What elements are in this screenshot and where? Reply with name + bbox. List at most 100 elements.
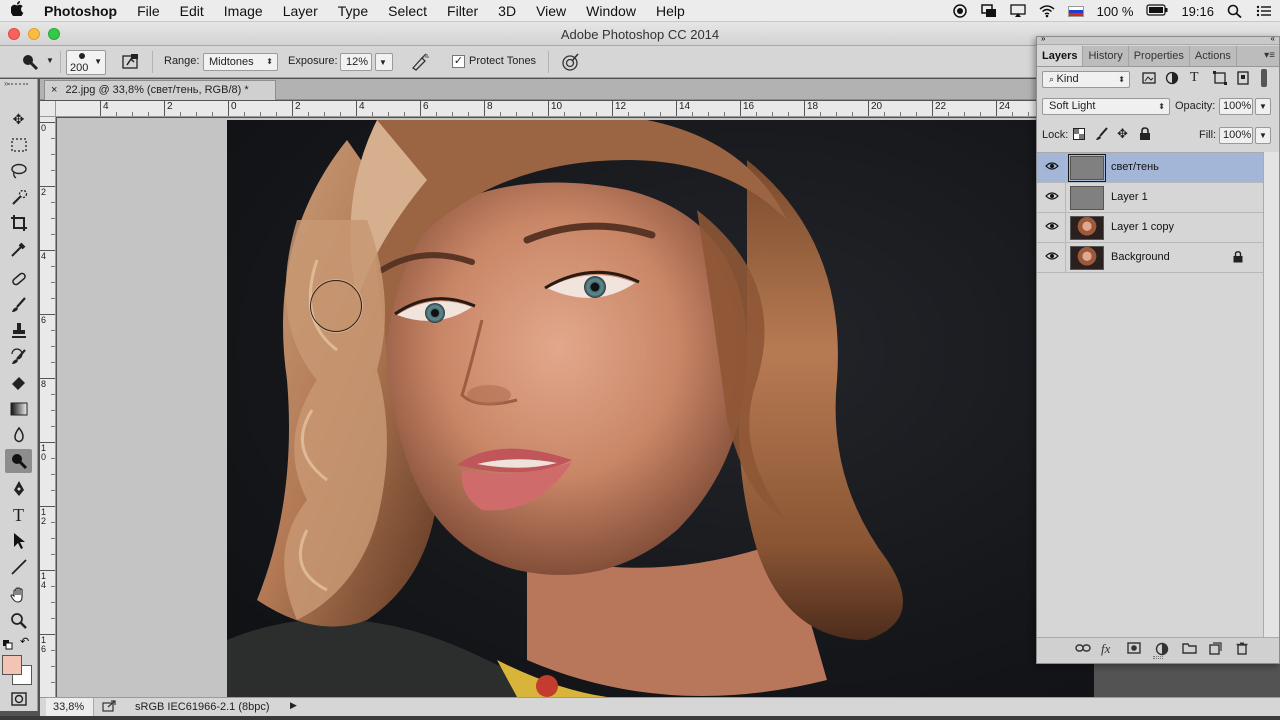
- panel-collapse-icon[interactable]: »: [1041, 34, 1045, 43]
- crop-tool-icon[interactable]: [5, 211, 32, 235]
- search-icon[interactable]: [1227, 4, 1243, 19]
- wifi-icon[interactable]: [1039, 4, 1055, 18]
- history-brush-tool-icon[interactable]: [5, 345, 32, 369]
- foreground-color-swatch[interactable]: [2, 655, 22, 675]
- new-group-icon[interactable]: [1182, 642, 1197, 657]
- gradient-tool-icon[interactable]: [5, 397, 32, 421]
- apple-icon[interactable]: [0, 1, 34, 20]
- display-icon[interactable]: [980, 4, 997, 18]
- brush-tool-icon[interactable]: [5, 293, 32, 317]
- menu-image[interactable]: Image: [214, 0, 273, 22]
- toolbox-gripper[interactable]: [8, 83, 28, 89]
- range-select[interactable]: Midtones ⬍: [203, 53, 278, 71]
- add-mask-icon[interactable]: [1127, 642, 1141, 657]
- layer-thumbnail[interactable]: [1070, 186, 1104, 210]
- document-canvas[interactable]: [227, 120, 1094, 697]
- layer-row[interactable]: Layer 1: [1037, 183, 1263, 213]
- layer-name[interactable]: Layer 1: [1111, 191, 1148, 203]
- layer-name[interactable]: свет/тень: [1111, 161, 1159, 173]
- layers-scrollbar[interactable]: [1263, 152, 1279, 637]
- export-icon[interactable]: [102, 700, 116, 715]
- adjustment-filter-icon[interactable]: [1165, 71, 1179, 88]
- flag-ru-icon[interactable]: [1067, 5, 1084, 17]
- type-tool-icon[interactable]: T: [5, 503, 32, 527]
- tab-layers[interactable]: Layers: [1037, 46, 1084, 66]
- tab-history[interactable]: History: [1083, 46, 1129, 66]
- menu-window[interactable]: Window: [576, 0, 646, 22]
- ruler-origin[interactable]: [40, 101, 56, 117]
- line-tool-icon[interactable]: [5, 555, 32, 579]
- visibility-eye-icon[interactable]: [1045, 221, 1059, 235]
- hand-tool-icon[interactable]: [5, 583, 32, 607]
- layer-thumbnail[interactable]: [1070, 246, 1104, 270]
- swap-colors-icon[interactable]: ↶: [20, 635, 29, 648]
- protect-tones-checkbox[interactable]: ✓: [452, 55, 465, 68]
- filter-toggle-icon[interactable]: [1261, 69, 1267, 87]
- layer-thumbnail[interactable]: [1068, 154, 1106, 182]
- pressure-size-icon[interactable]: [560, 52, 580, 75]
- close-tab-icon[interactable]: ×: [51, 84, 57, 96]
- panel-header-strip[interactable]: » «: [1037, 34, 1279, 45]
- status-menu-arrow-icon[interactable]: ▶: [290, 700, 297, 711]
- visibility-eye-icon[interactable]: [1045, 191, 1059, 205]
- record-icon[interactable]: [952, 4, 968, 18]
- menu-type[interactable]: Type: [328, 0, 378, 22]
- healing-brush-tool-icon[interactable]: [5, 267, 32, 291]
- zoom-tool-icon[interactable]: [5, 609, 32, 633]
- type-filter-icon[interactable]: T: [1190, 70, 1199, 86]
- battery-icon[interactable]: [1146, 4, 1168, 18]
- vertical-ruler[interactable]: 0 2 4 6 8 10 12 14 16: [40, 117, 56, 697]
- exposure-input[interactable]: 12%: [340, 53, 372, 71]
- visibility-eye-icon[interactable]: [1045, 161, 1059, 175]
- horizontal-ruler[interactable]: 4 2 0 2 4 6 8 10 12 14 16 18 20 22 24: [40, 101, 1036, 117]
- menu-file[interactable]: File: [127, 0, 170, 22]
- toolbox-collapse-icon[interactable]: »: [4, 79, 8, 88]
- brush-panel-toggle-icon[interactable]: [122, 53, 140, 74]
- blur-tool-icon[interactable]: [5, 423, 32, 447]
- shape-filter-icon[interactable]: [1213, 71, 1227, 88]
- tab-actions[interactable]: Actions: [1190, 46, 1237, 66]
- marquee-tool-icon[interactable]: [5, 133, 32, 157]
- menu-select[interactable]: Select: [378, 0, 437, 22]
- layer-row[interactable]: Layer 1 copy: [1037, 213, 1263, 243]
- tab-properties[interactable]: Properties: [1129, 46, 1190, 66]
- new-layer-icon[interactable]: [1209, 642, 1222, 658]
- airbrush-icon[interactable]: [410, 53, 430, 74]
- move-tool-icon[interactable]: ✥: [5, 107, 32, 131]
- panel-close-icon[interactable]: «: [1271, 34, 1275, 43]
- opacity-input[interactable]: 100%: [1219, 98, 1253, 115]
- list-icon[interactable]: [1256, 4, 1272, 18]
- lock-transparent-pixels-icon[interactable]: [1073, 128, 1085, 143]
- default-colors-icon[interactable]: [3, 637, 13, 650]
- opacity-dropdown[interactable]: ▼: [1255, 98, 1271, 115]
- airplay-icon[interactable]: [1009, 4, 1026, 18]
- clock[interactable]: 19:16: [1181, 4, 1214, 19]
- layer-style-icon[interactable]: fx: [1101, 641, 1110, 657]
- layer-filter-select[interactable]: ⌕ Kind ⬍: [1042, 71, 1130, 88]
- menu-layer[interactable]: Layer: [273, 0, 328, 22]
- protect-tones-label[interactable]: Protect Tones: [469, 55, 536, 67]
- lock-all-icon[interactable]: [1139, 127, 1151, 144]
- layer-name[interactable]: Background: [1111, 251, 1170, 263]
- exposure-dropdown[interactable]: ▼: [375, 53, 393, 71]
- dodge-tool-icon[interactable]: [20, 52, 40, 75]
- menu-help[interactable]: Help: [646, 0, 695, 22]
- menu-filter[interactable]: Filter: [437, 0, 488, 22]
- menu-app-name[interactable]: Photoshop: [34, 0, 127, 22]
- panel-menu-icon[interactable]: ▾≡: [1264, 50, 1275, 61]
- lock-position-icon[interactable]: ✥: [1117, 126, 1128, 142]
- menu-3d[interactable]: 3D: [488, 0, 526, 22]
- fill-input[interactable]: 100%: [1219, 127, 1253, 144]
- lock-image-pixels-icon[interactable]: [1095, 127, 1109, 144]
- quick-mask-icon[interactable]: [5, 687, 32, 711]
- fill-dropdown[interactable]: ▼: [1255, 127, 1271, 144]
- burn-tool-icon[interactable]: [5, 449, 32, 473]
- blend-mode-select[interactable]: Soft Light ⬍: [1042, 98, 1170, 115]
- document-tab[interactable]: × 22.jpg @ 33,8% (свет/тень, RGB/8) *: [44, 80, 276, 100]
- quick-select-tool-icon[interactable]: [5, 185, 32, 209]
- clone-stamp-tool-icon[interactable]: [5, 319, 32, 343]
- menu-view[interactable]: View: [526, 0, 576, 22]
- pixel-filter-icon[interactable]: [1142, 71, 1156, 88]
- brush-preset-picker[interactable]: 200 ▼: [66, 50, 106, 75]
- visibility-eye-icon[interactable]: [1045, 251, 1059, 265]
